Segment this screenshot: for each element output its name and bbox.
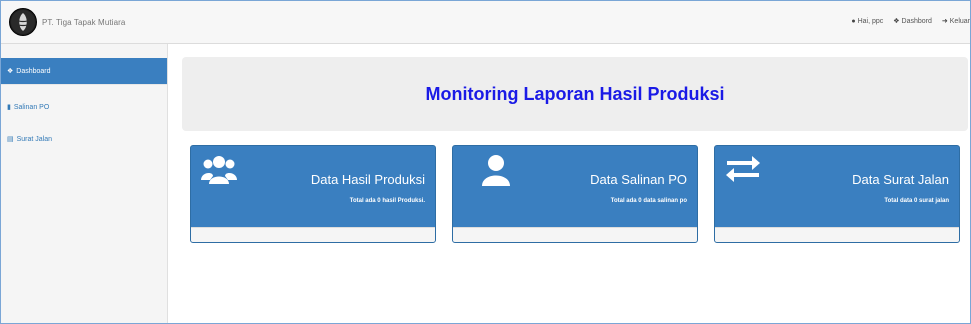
card-data-hasil-produksi[interactable]: Data Hasil Produksi Total ada 0 hasil Pr… bbox=[190, 145, 436, 243]
sidebar: ❖ Dashboard ▮ Salinan PO ▤ Surat Jalan bbox=[1, 44, 168, 323]
card-data-surat-jalan[interactable]: Data Surat Jalan Total data 0 surat jala… bbox=[714, 145, 960, 243]
sidebar-item-dashboard[interactable]: ❖ Dashboard bbox=[1, 58, 167, 85]
page-title: Monitoring Laporan Hasil Produksi bbox=[425, 83, 725, 104]
card-footer[interactable] bbox=[191, 227, 435, 242]
card-title: Data Salinan PO bbox=[590, 172, 687, 187]
users-icon bbox=[201, 154, 237, 193]
user-greeting-label: Hai, ppc bbox=[857, 17, 884, 25]
card-title: Data Surat Jalan bbox=[852, 172, 949, 187]
user-greeting-link[interactable]: ● Hai, ppc bbox=[851, 17, 883, 25]
logout-icon: ➜ bbox=[941, 18, 948, 25]
card-data-salinan-po[interactable]: Data Salinan PO Total ada 0 data salinan… bbox=[452, 145, 698, 243]
sidebar-item-surat-jalan[interactable]: ▤ Surat Jalan bbox=[1, 129, 167, 149]
company-logo bbox=[9, 8, 37, 36]
dashboard-nav-label: Dashbord bbox=[901, 17, 932, 25]
card-subtitle: Total data 0 surat jalan bbox=[884, 198, 949, 204]
card-footer[interactable] bbox=[715, 227, 959, 242]
list-icon: ▤ bbox=[7, 136, 14, 143]
dashboard-icon: ❖ bbox=[7, 68, 14, 75]
sidebar-item-label: Dashboard bbox=[16, 67, 51, 75]
card-subtitle: Total ada 0 hasil Produksi. bbox=[349, 198, 425, 204]
logout-label: Keluar bbox=[949, 17, 970, 25]
book-icon: ▮ bbox=[7, 104, 11, 111]
brand[interactable]: PT. Tiga Tapak Mutiara bbox=[9, 7, 125, 37]
brand-name: PT. Tiga Tapak Mutiara bbox=[42, 17, 126, 27]
card-title: Data Hasil Produksi bbox=[310, 172, 425, 187]
top-navbar: PT. Tiga Tapak Mutiara ● Hai, ppc ❖ Dash… bbox=[1, 1, 970, 44]
exchange-icon bbox=[725, 154, 761, 189]
navbar-links: ● Hai, ppc ❖ Dashbord ➜ Keluar bbox=[851, 17, 970, 26]
app-window: PT. Tiga Tapak Mutiara ● Hai, ppc ❖ Dash… bbox=[0, 0, 971, 324]
user-icon bbox=[481, 154, 511, 193]
user-icon: ● bbox=[851, 17, 856, 25]
sidebar-item-label: Salinan PO bbox=[13, 103, 50, 111]
logout-link[interactable]: ➜ Keluar bbox=[941, 17, 970, 26]
card-subtitle: Total ada 0 data salinan po bbox=[610, 198, 687, 204]
jumbotron: Monitoring Laporan Hasil Produksi bbox=[182, 57, 968, 131]
dashboard-icon: ❖ bbox=[893, 18, 900, 25]
card-footer[interactable] bbox=[453, 227, 697, 242]
dashboard-nav-link[interactable]: ❖ Dashbord bbox=[893, 17, 932, 26]
sidebar-item-label: Surat Jalan bbox=[16, 135, 53, 143]
sidebar-item-salinan-po[interactable]: ▮ Salinan PO bbox=[1, 85, 167, 129]
